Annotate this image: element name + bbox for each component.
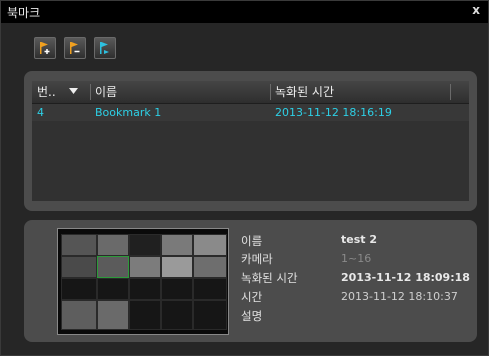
table-header: 번.. 이름 녹화된 시간 xyxy=(32,81,469,104)
camera-tile xyxy=(193,278,227,300)
camera-tile xyxy=(97,300,129,330)
camera-tile xyxy=(193,256,227,278)
camera-tile xyxy=(161,278,193,300)
camera-tile xyxy=(129,256,161,278)
flag-goto-icon xyxy=(100,42,109,54)
column-recorded-time[interactable]: 녹화된 시간 xyxy=(270,81,450,103)
bookmark-detail-panel: 이름 카메라 녹화된 시간 시간 설명 test 2 1~16 2013-11-… xyxy=(24,220,477,342)
camera-tile xyxy=(129,278,161,300)
remove-bookmark-button[interactable] xyxy=(64,37,86,59)
row-recorded-time: 2013-11-12 18:16:19 xyxy=(275,106,392,119)
row-number: 4 xyxy=(37,106,44,119)
camera-tile xyxy=(161,300,193,330)
camera-tile xyxy=(161,256,193,278)
close-button[interactable]: x xyxy=(472,3,480,17)
camera-tile xyxy=(129,300,161,330)
camera-label: 카메라 xyxy=(241,252,273,266)
sort-down-icon xyxy=(69,88,78,94)
camera-value: 1~16 xyxy=(341,252,372,265)
flag-add-icon xyxy=(40,42,50,54)
column-number[interactable]: 번.. xyxy=(32,81,90,103)
window-title: 북마크 xyxy=(7,6,41,20)
name-label: 이름 xyxy=(241,234,263,248)
camera-tile xyxy=(97,234,129,256)
column-number-label: 번.. xyxy=(37,85,56,99)
bookmark-table: 번.. 이름 녹화된 시간 4 Bookmark 1 2013-11-12 18… xyxy=(32,81,469,201)
camera-tile xyxy=(61,300,97,330)
camera-tile xyxy=(61,256,97,278)
camera-tile xyxy=(129,234,161,256)
camera-tile xyxy=(61,234,97,256)
camera-tile xyxy=(97,278,129,300)
title-bar[interactable]: 북마크 x xyxy=(1,1,488,23)
row-name: Bookmark 1 xyxy=(95,106,162,119)
description-label: 설명 xyxy=(241,309,263,323)
time-label: 시간 xyxy=(241,290,263,304)
camera-tile xyxy=(193,234,227,256)
time-value: 2013-11-12 18:10:37 xyxy=(341,290,458,303)
bookmark-list-panel: 번.. 이름 녹화된 시간 4 Bookmark 1 2013-11-12 18… xyxy=(24,71,477,211)
column-divider xyxy=(450,84,451,100)
camera-tile xyxy=(193,300,227,330)
recorded-time-label: 녹화된 시간 xyxy=(241,271,298,285)
name-value: test 2 xyxy=(341,233,378,246)
camera-tile xyxy=(161,234,193,256)
recorded-time-value: 2013-11-12 18:09:18 xyxy=(341,271,470,284)
add-bookmark-button[interactable] xyxy=(34,37,56,59)
camera-tile xyxy=(97,256,129,278)
flag-remove-icon xyxy=(70,42,80,54)
camera-tile xyxy=(61,278,97,300)
table-row[interactable]: 4 Bookmark 1 2013-11-12 18:16:19 xyxy=(32,104,469,121)
column-name[interactable]: 이름 xyxy=(90,81,270,103)
bookmark-window: 북마크 x 번.. 이름 녹화된 시간 4 Bookmark 1 2013-11… xyxy=(0,0,489,356)
camera-thumbnail xyxy=(57,228,229,335)
goto-bookmark-button[interactable] xyxy=(94,37,116,59)
